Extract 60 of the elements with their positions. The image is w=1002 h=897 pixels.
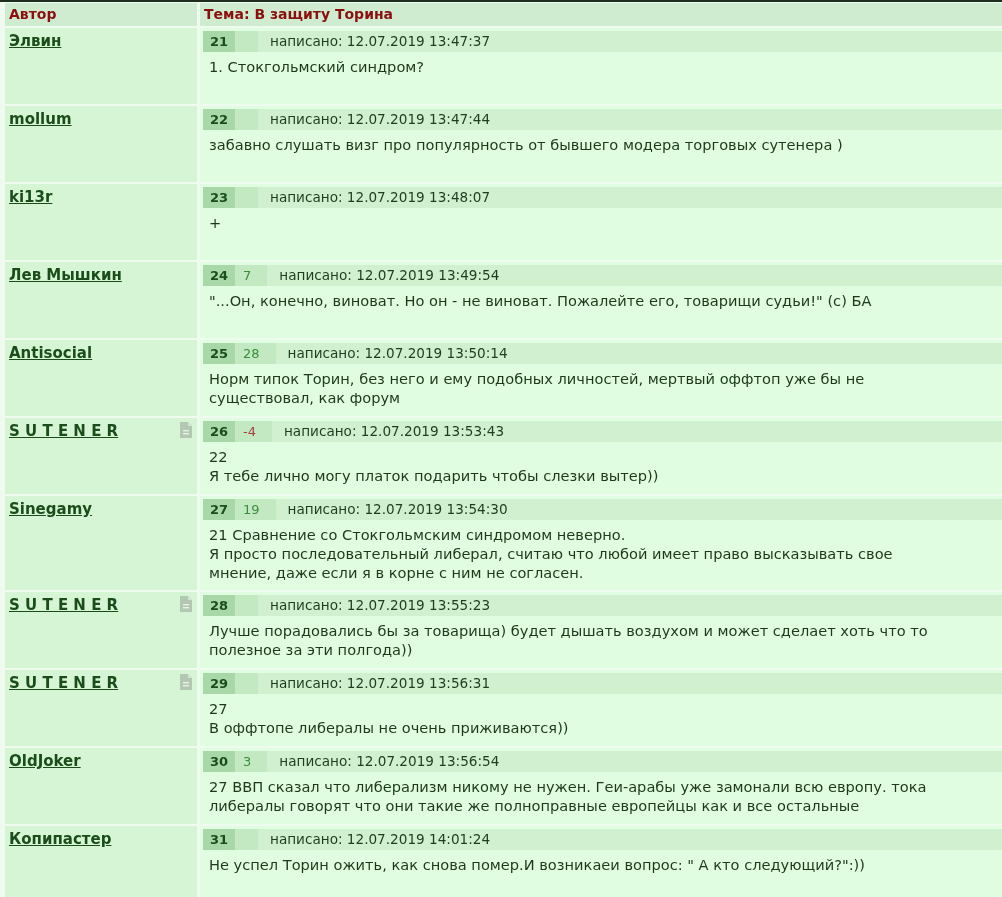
post-date: написано: 12.07.2019 13:56:31 [270,674,491,693]
author-link[interactable]: Лев Мышкин [9,266,122,285]
post-date: написано: 12.07.2019 13:53:43 [283,422,505,441]
post-number[interactable]: 22 [203,109,235,130]
document-icon[interactable] [180,674,192,690]
author-link[interactable]: S U T E N E R [9,422,119,441]
post-number[interactable]: 21 [203,31,235,52]
rating-area [235,673,258,694]
post-text: "...Он, конечно, виноват. Но он - не виноват. Пожалейте его, товарищи судьи!" (с) БА [208,291,873,310]
post-text: 27 В оффтопе либералы не очень приживаются)) [208,699,570,737]
post-text: 21 Сравнение со Стокгольмским синдромом неверно. Я просто последовательный либерал, считаю что любой имеет право высказывать свое мнение, даже если я в корне с ним не согласен. [208,525,894,582]
post-rating: -4 [235,421,272,442]
post-text: Не успел Торин ожить, как снова помер.И возникаеи вопрос: " А кто следующий?":)) [208,855,866,874]
post-text: забавно слушать визг про популярность от бывшего модера торговых сутенера ) [208,135,844,154]
post-text: 22 Я тебе лично могу платок подарить чтобы слезки вытер)) [208,447,660,485]
post-number[interactable]: 26 [203,421,235,442]
post-number[interactable]: 25 [203,343,235,364]
post-number[interactable]: 23 [203,187,235,208]
rating-area [235,109,258,130]
post-date: написано: 12.07.2019 13:48:07 [270,188,491,207]
post-rating: 28 [235,343,276,364]
author-link[interactable]: S U T E N E R [9,674,119,693]
post-number[interactable]: 28 [203,595,235,616]
post-number[interactable]: 30 [203,751,235,772]
column-header: Автор [5,3,197,26]
author-link[interactable]: OldJoker [9,752,81,771]
author-link[interactable]: Sinegamy [9,500,93,519]
post-number[interactable]: 29 [203,673,235,694]
author-link[interactable]: mollum [9,110,72,129]
post-text: + [208,213,223,232]
author-link[interactable]: ki13r [9,188,53,207]
post-text: Норм типок Торин, без него и ему подобных личностей, мертвый оффтоп уже бы не существовал, как форум [208,369,866,407]
post-text: 27 ВВП сказал что либерализм никому не нужен. Геи-арабы уже замонали всю европу. тока либералы говорят что они такие же полноправные европейцы как и все остальные [208,777,928,815]
rating-area [235,31,258,52]
post-number[interactable]: 27 [203,499,235,520]
post-date: написано: 12.07.2019 13:54:30 [287,500,508,519]
post-date: написано: 12.07.2019 14:01:24 [270,830,491,849]
rating-area [235,187,258,208]
post-text: Лучше порадовались бы за товарища) будет дышать воздухом и может сделает хоть что то полезное за эти полгода)) [208,621,929,659]
rating-area [235,829,258,850]
document-icon[interactable] [180,596,192,612]
post-text: 1. Стокгольмский синдром? [208,57,426,76]
column-header: Тема: В защиту Торина [200,3,1002,26]
post-rating: 19 [235,499,276,520]
post-date: написано: 12.07.2019 13:49:54 [279,266,500,285]
post-date: написано: 12.07.2019 13:56:54 [279,752,500,771]
author-link[interactable]: Элвин [9,32,62,51]
post-date: написано: 12.07.2019 13:47:37 [270,32,491,51]
rating-area [235,595,258,616]
post-date: написано: 12.07.2019 13:47:44 [270,110,491,129]
post-date: написано: 12.07.2019 13:50:14 [287,344,508,363]
post-date: написано: 12.07.2019 13:55:23 [270,596,491,615]
post-number[interactable]: 31 [203,829,235,850]
document-icon[interactable] [180,422,192,438]
post-number[interactable]: 24 [203,265,235,286]
author-link[interactable]: S U T E N E R [9,596,119,615]
post-rating: 3 [235,751,268,772]
author-link[interactable]: Antisocial [9,344,93,363]
author-link[interactable]: Копипастер [9,830,112,849]
post-rating: 7 [235,265,268,286]
